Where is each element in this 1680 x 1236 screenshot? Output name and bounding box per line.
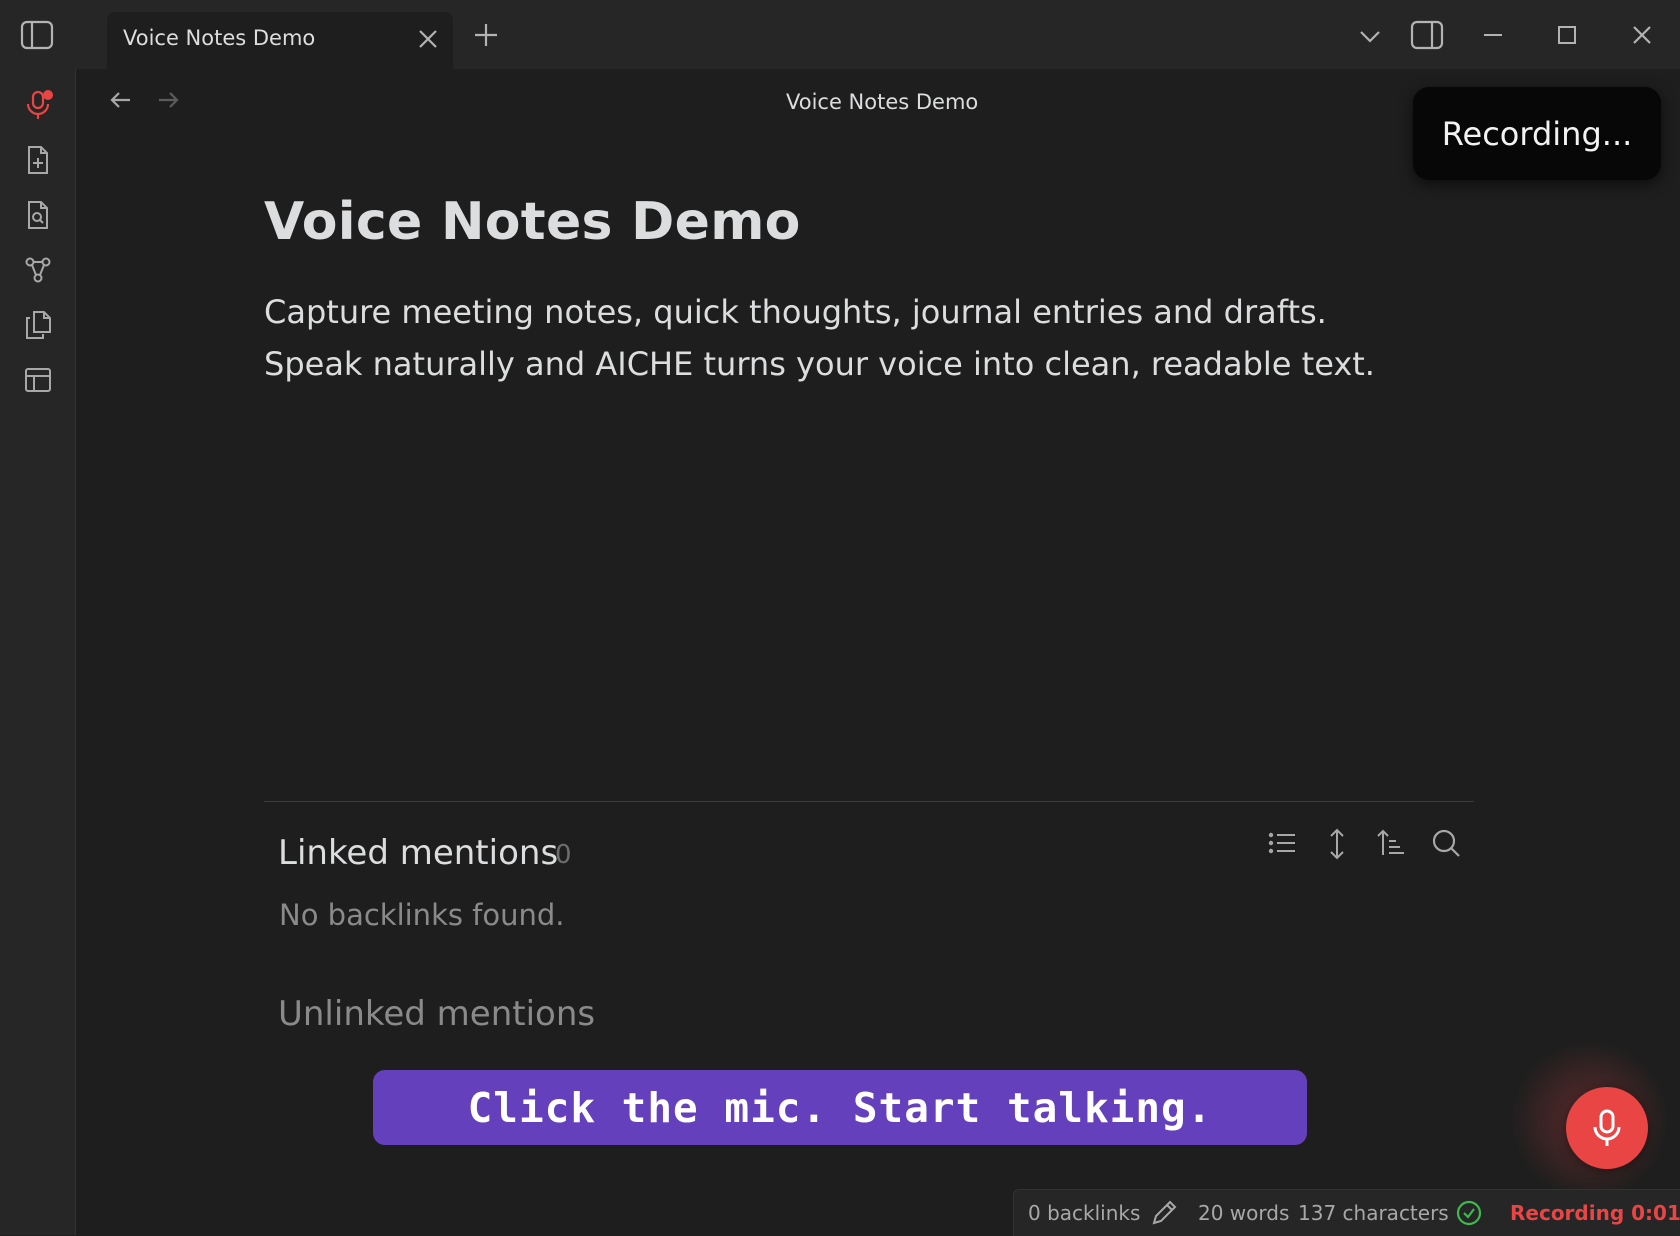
- toggle-right-sidebar-button[interactable]: [1410, 19, 1444, 51]
- banner-text: Click the mic. Start talking.: [467, 1083, 1213, 1132]
- ribbon-graph-button[interactable]: [22, 254, 54, 286]
- show-more-context-button[interactable]: [1322, 828, 1352, 860]
- check-circle-icon: [1456, 1200, 1482, 1226]
- sort-icon: [1377, 829, 1404, 855]
- copy-icon: [26, 311, 51, 339]
- collapse-results-button[interactable]: [1267, 828, 1297, 858]
- graph-icon: [25, 257, 51, 283]
- close-icon: [1633, 26, 1651, 44]
- status-character-count: 137 characters: [1298, 1201, 1449, 1225]
- microphone-icon: [1593, 1109, 1621, 1146]
- recording-toast: Recording...: [1413, 87, 1661, 180]
- linked-mentions-title[interactable]: Linked mentions: [278, 833, 558, 873]
- unlinked-mentions-title[interactable]: Unlinked mentions: [278, 994, 595, 1034]
- title-bar: Voice Notes Demo: [0, 0, 1680, 69]
- status-sync-indicator[interactable]: [1456, 1200, 1482, 1226]
- search-icon: [1432, 829, 1460, 857]
- maximize-button[interactable]: [1556, 24, 1578, 46]
- ribbon-copy-button[interactable]: [22, 309, 54, 341]
- call-to-action-banner: Click the mic. Start talking.: [373, 1070, 1307, 1145]
- tab-voice-notes-demo[interactable]: Voice Notes Demo: [107, 12, 453, 69]
- pencil-icon: [1152, 1200, 1177, 1225]
- tab-list-button[interactable]: [1358, 28, 1382, 44]
- close-window-button[interactable]: [1631, 24, 1653, 46]
- ribbon-search-note-button[interactable]: [22, 199, 54, 231]
- minimize-icon: [1484, 34, 1502, 36]
- new-note-icon: [28, 146, 48, 174]
- plus-icon: [475, 24, 497, 46]
- arrow-left-icon: [110, 92, 130, 108]
- forward-button[interactable]: [156, 88, 180, 112]
- recording-toast-text: Recording...: [1441, 114, 1633, 153]
- toggle-sidebar-button[interactable]: [20, 19, 54, 51]
- note-body[interactable]: Capture meeting notes, quick thoughts, j…: [264, 286, 1394, 390]
- back-button[interactable]: [109, 88, 133, 112]
- ribbon-template-button[interactable]: [22, 364, 54, 396]
- status-recording-timer: Recording 0:01: [1510, 1201, 1680, 1225]
- status-backlinks[interactable]: 0 backlinks: [1028, 1201, 1140, 1225]
- view-header-title[interactable]: Voice Notes Demo: [786, 90, 978, 114]
- new-tab-button[interactable]: [473, 22, 499, 48]
- list-icon: [1268, 832, 1295, 854]
- expand-vertical-icon: [1330, 828, 1344, 860]
- note-title[interactable]: Voice Notes Demo: [264, 192, 801, 252]
- template-icon: [25, 368, 51, 392]
- search-note-icon: [28, 201, 48, 229]
- status-word-count: 20 words: [1198, 1201, 1290, 1225]
- status-bar: 0 backlinks 20 words 137 characters Reco…: [1013, 1189, 1680, 1236]
- maximize-icon: [1558, 26, 1576, 44]
- status-edit-mode-button[interactable]: [1150, 1199, 1178, 1227]
- search-backlinks-button[interactable]: [1431, 828, 1461, 858]
- ribbon-voice-record-button[interactable]: [22, 89, 54, 121]
- right-sidebar-icon: [1410, 20, 1444, 50]
- recording-indicator-dot: [43, 90, 53, 100]
- arrow-right-icon: [159, 92, 179, 108]
- no-backlinks-text: No backlinks found.: [279, 898, 565, 932]
- tab-close-button[interactable]: [417, 28, 439, 50]
- close-icon: [419, 30, 437, 48]
- chevron-down-icon: [1360, 31, 1380, 43]
- linked-mentions-count: 0: [555, 840, 572, 870]
- backlinks-divider: [264, 801, 1474, 802]
- sort-button[interactable]: [1376, 828, 1406, 858]
- tab-title: Voice Notes Demo: [123, 26, 316, 50]
- minimize-button[interactable]: [1482, 24, 1504, 46]
- ribbon: [0, 69, 76, 1235]
- record-mic-button[interactable]: [1566, 1087, 1648, 1169]
- sidebar-icon: [20, 20, 54, 50]
- ribbon-new-note-button[interactable]: [22, 144, 54, 176]
